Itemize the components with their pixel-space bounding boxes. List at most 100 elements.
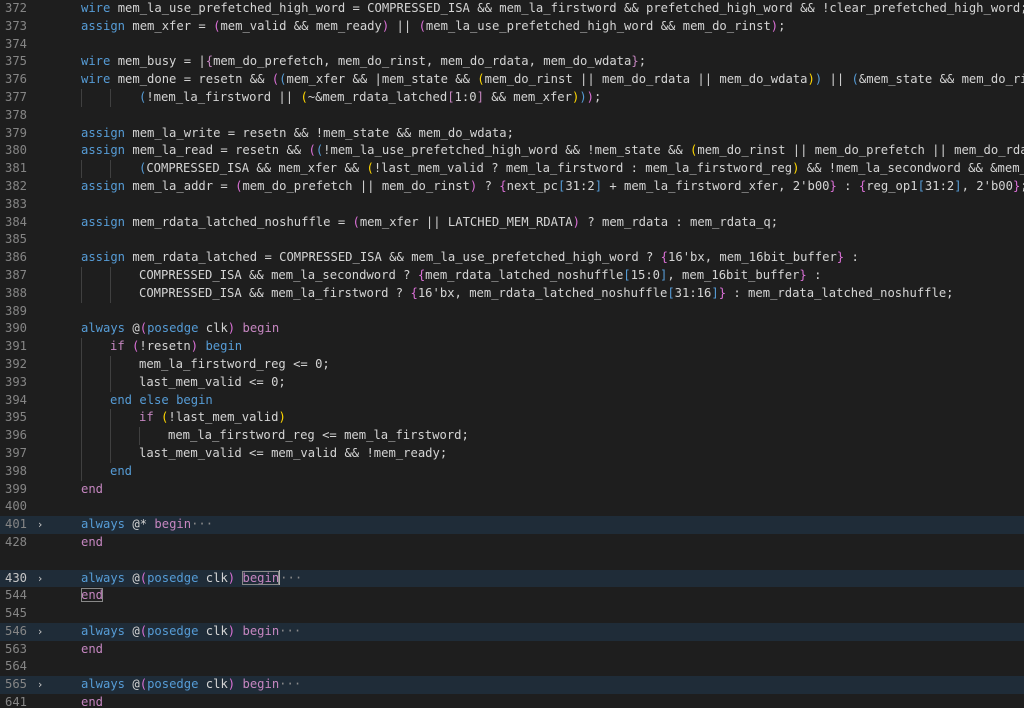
code-line[interactable]: 393 last_mem_valid <= 0; — [0, 373, 1024, 392]
indent-guide — [139, 427, 140, 445]
code-token: ? — [477, 178, 500, 193]
chevron-right-icon[interactable]: › — [34, 676, 46, 694]
code-line[interactable]: 394 end else begin — [0, 391, 1024, 410]
code-token: 16'bx, mem_16bit_buffer — [668, 250, 837, 265]
code-token: + mem_la_firstword_xfer, 2'b00 — [602, 178, 830, 193]
code-token: ? mem_rdata : mem_rdata_q; — [579, 214, 779, 229]
code-text: end — [110, 463, 132, 481]
code-editor[interactable]: 372 wire mem_la_use_prefetched_high_word … — [0, 0, 1024, 708]
code-line[interactable]: 382 assign mem_la_addr = (mem_do_prefetch… — [0, 178, 1024, 196]
code-token: mem_la_use_prefetched_high_word = COMPRE… — [110, 1, 1024, 15]
code-line[interactable]: 397 last_mem_valid <= mem_valid && !mem_r… — [0, 444, 1024, 463]
code-text: assign mem_la_write = resetn && !mem_sta… — [81, 125, 514, 143]
code-line[interactable]: 385 — [0, 231, 1024, 249]
indent-guide — [110, 160, 111, 178]
code-token: @* — [125, 517, 155, 532]
code-token: end — [81, 481, 104, 496]
code-token: ( — [139, 677, 148, 692]
code-line[interactable]: 430 › always @(posedge clk) begin··· — [0, 569, 1024, 588]
folded-ellipsis[interactable]: ··· — [191, 517, 213, 531]
code-line[interactable]: 395 if (!last_mem_valid) — [0, 409, 1024, 428]
code-line[interactable]: 391 if (!resetn) begin — [0, 338, 1024, 356]
code-line[interactable]: 428 end — [0, 534, 1024, 552]
code-line[interactable]: 545 — [0, 605, 1024, 623]
line-number: 387 — [4, 267, 27, 282]
code-token: @ — [125, 570, 140, 585]
code-line[interactable]: 373 assign mem_xfer = (mem_valid && mem_r… — [0, 18, 1024, 36]
code-line[interactable]: 396 mem_la_firstword_reg <= mem_la_firstw… — [0, 427, 1024, 445]
code-line[interactable]: 641 end — [0, 694, 1024, 708]
code-token: always — [81, 623, 126, 638]
line-number: 400 — [4, 499, 27, 514]
code-token: ) — [278, 410, 286, 425]
code-line[interactable]: 379 assign mem_la_write = resetn && !mem_… — [0, 125, 1024, 143]
code-line[interactable]: 389 — [0, 303, 1024, 321]
code-text: always @(posedge clk) begin··· — [81, 676, 301, 694]
line-number: 546 — [4, 623, 27, 638]
folded-ellipsis[interactable]: ··· — [279, 624, 301, 638]
code-line[interactable]: 383 — [0, 196, 1024, 214]
code-token: if — [139, 410, 154, 425]
code-token: ~&mem_rdata_latched — [307, 89, 448, 104]
code-line[interactable]: 372 wire mem_la_use_prefetched_high_word … — [0, 0, 1024, 18]
code-token: ; — [594, 89, 602, 104]
code-token: mem_busy = | — [110, 54, 206, 69]
code-line[interactable]: 390 always @(posedge clk) begin — [0, 320, 1024, 338]
chevron-right-icon[interactable]: › — [34, 570, 46, 588]
code-text: end else begin — [110, 392, 213, 410]
code-line[interactable]: 384 assign mem_rdata_latched_noshuffle = … — [0, 214, 1024, 232]
code-line[interactable]: 380 assign mem_la_read = resetn && ((!mem… — [0, 142, 1024, 160]
code-line[interactable]: 398 end — [0, 462, 1024, 481]
code-text: COMPRESSED_ISA && mem_la_secondword ? {m… — [139, 267, 821, 285]
line-number: 378 — [4, 107, 27, 122]
code-text: mem_la_firstword_reg <= mem_la_firstword… — [168, 427, 469, 445]
code-token: } — [718, 285, 727, 300]
code-line[interactable]: 546 › always @(posedge clk) begin··· — [0, 622, 1024, 641]
code-line[interactable]: 375 wire mem_busy = |{mem_do_prefetch, me… — [0, 53, 1024, 71]
code-line[interactable]: 564 — [0, 658, 1024, 676]
chevron-right-icon[interactable]: › — [34, 623, 46, 641]
code-token: ( — [139, 570, 148, 585]
code-line[interactable]: 388 COMPRESSED_ISA && mem_la_firstword ? … — [0, 284, 1024, 303]
code-text: always @(posedge clk) begin··· — [81, 623, 301, 641]
code-token: !mem_la_firstword || — [146, 89, 301, 104]
code-line[interactable]: 381 (COMPRESSED_ISA && mem_xfer && (!last… — [0, 160, 1024, 178]
folded-ellipsis[interactable]: ··· — [279, 677, 301, 691]
code-token: end — [81, 534, 104, 549]
indent-guide — [81, 462, 82, 481]
indent-guide — [81, 391, 82, 410]
code-line[interactable]: 544 end — [0, 587, 1024, 605]
code-token: 1:0 — [454, 89, 477, 104]
code-token: ( — [851, 72, 859, 87]
code-line[interactable]: 565 › always @(posedge clk) begin··· — [0, 676, 1024, 695]
line-number: 372 — [4, 1, 27, 15]
code-token: last_mem_valid <= mem_valid && !mem_read… — [139, 445, 448, 460]
code-line[interactable]: 401 › always @* begin··· — [0, 516, 1024, 534]
code-token: ; — [778, 18, 786, 33]
code-line[interactable]: 374 — [0, 36, 1024, 54]
code-line[interactable]: 378 — [0, 107, 1024, 125]
chevron-right-icon[interactable]: › — [34, 516, 46, 534]
code-line[interactable]: 377 (!mem_la_firstword || (~&mem_rdata_la… — [0, 88, 1024, 107]
code-token: mem_xfer = — [125, 18, 214, 33]
code-token: mem_la_read = resetn && — [125, 143, 309, 158]
code-token: mem_rdata_latched_noshuffle — [425, 267, 624, 282]
code-token: &mem_state && mem_do_rins — [858, 72, 1024, 87]
code-token: ) — [190, 339, 199, 354]
line-number: 398 — [4, 463, 27, 478]
code-line[interactable]: 400 — [0, 498, 1024, 516]
line-number: 383 — [4, 196, 27, 211]
code-line[interactable]: 399 end — [0, 481, 1024, 499]
code-token: ] — [954, 178, 962, 193]
code-line[interactable]: 563 end — [0, 641, 1024, 659]
folded-ellipsis[interactable]: ··· — [280, 571, 302, 585]
code-text: end — [81, 641, 103, 659]
code-token: [ — [447, 89, 455, 104]
code-text: end — [81, 587, 104, 605]
code-line[interactable]: 392 mem_la_firstword_reg <= 0; — [0, 355, 1024, 374]
code-line[interactable]: 376 wire mem_done = resetn && ((mem_xfer … — [0, 71, 1024, 89]
code-line[interactable]: 386 assign mem_rdata_latched = COMPRESSED… — [0, 249, 1024, 267]
code-line[interactable] — [0, 552, 1024, 570]
code-line[interactable]: 387 COMPRESSED_ISA && mem_la_secondword ?… — [0, 266, 1024, 285]
code-token: ( — [139, 623, 148, 638]
